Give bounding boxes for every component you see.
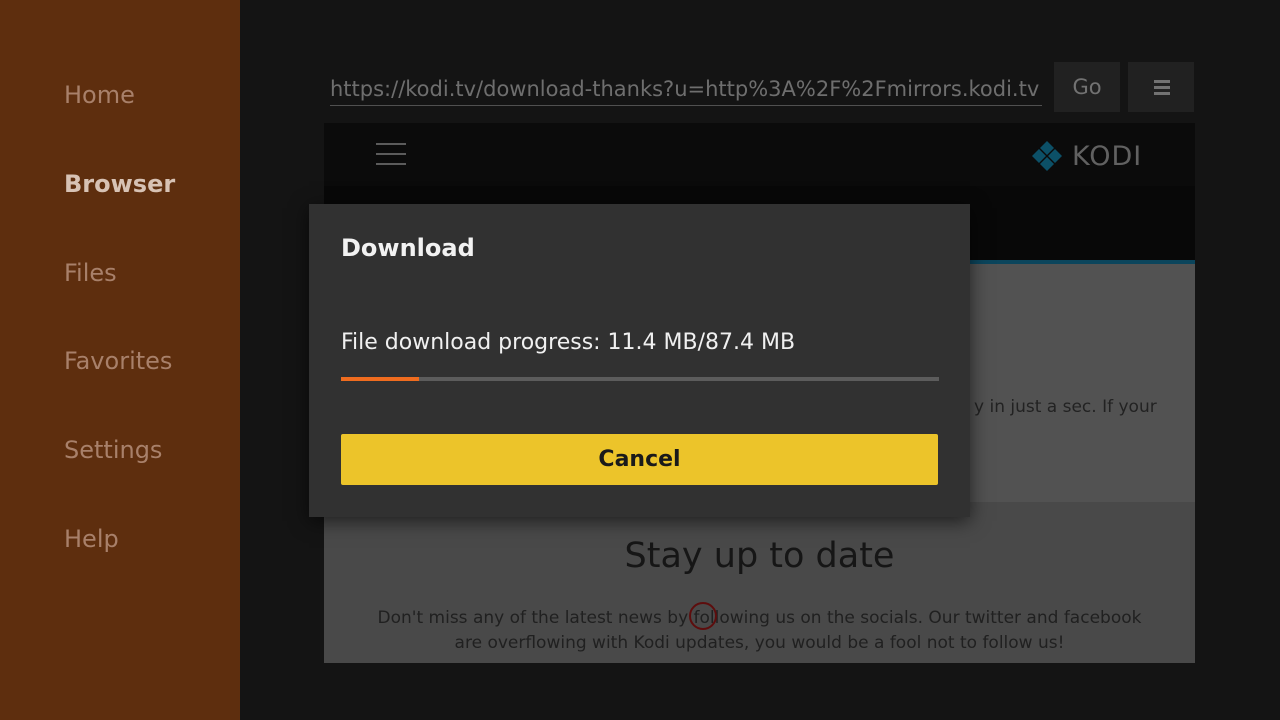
sidebar-item-favorites[interactable]: Favorites [64, 347, 172, 375]
download-progress-text: File download progress: 11.4 MB/87.4 MB [341, 330, 796, 355]
download-dialog: Download File download progress: 11.4 MB… [309, 204, 970, 517]
download-progress-bar [341, 377, 939, 381]
sidebar-item-browser[interactable]: Browser [64, 170, 175, 198]
sidebar-item-home[interactable]: Home [64, 81, 135, 109]
cancel-button[interactable]: Cancel [341, 434, 938, 485]
sidebar-item-settings[interactable]: Settings [64, 436, 162, 464]
sidebar: Home Browser Files Favorites Settings He… [0, 0, 240, 720]
sidebar-item-help[interactable]: Help [64, 525, 119, 553]
dialog-title: Download [341, 234, 475, 262]
download-progress-fill [341, 377, 419, 381]
sidebar-item-files[interactable]: Files [64, 259, 117, 287]
